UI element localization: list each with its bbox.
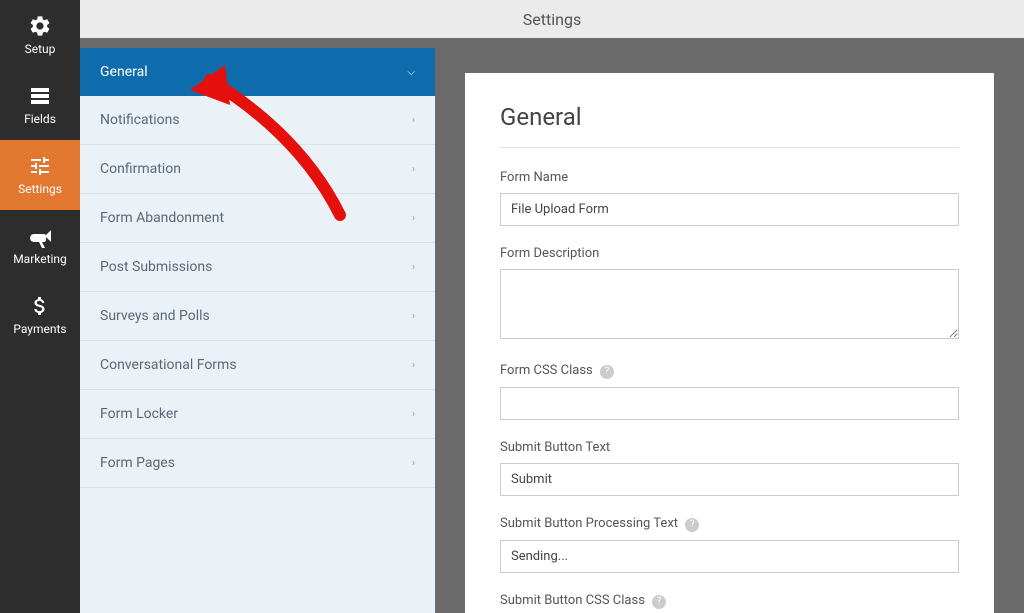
panel-item-label: Form Pages bbox=[100, 455, 175, 471]
panel-item-form-locker[interactable]: Form Locker › bbox=[80, 390, 435, 439]
content-heading: General bbox=[500, 103, 959, 148]
chevron-right-icon: › bbox=[412, 360, 415, 371]
panel-item-surveys-polls[interactable]: Surveys and Polls › bbox=[80, 292, 435, 341]
toolbar-label: Setup bbox=[25, 42, 56, 56]
submit-button-processing-label: Submit Button Processing Text bbox=[500, 516, 678, 531]
toolbar-label: Payments bbox=[13, 322, 66, 336]
panel-item-label: Conversational Forms bbox=[100, 357, 237, 373]
form-description-label: Form Description bbox=[500, 246, 959, 261]
toolbar-payments[interactable]: Payments bbox=[0, 280, 80, 350]
settings-panel: General ⌵ Notifications › Confirmation ›… bbox=[80, 48, 435, 613]
gear-icon bbox=[28, 14, 52, 38]
toolbar-settings[interactable]: Settings bbox=[0, 140, 80, 210]
dollar-icon bbox=[28, 294, 52, 318]
panel-item-label: Form Locker bbox=[100, 406, 178, 422]
panel-item-label: Surveys and Polls bbox=[100, 308, 210, 324]
page-title: Settings bbox=[523, 10, 581, 29]
panel-item-notifications[interactable]: Notifications › bbox=[80, 96, 435, 145]
chevron-right-icon: › bbox=[412, 311, 415, 322]
form-description-input[interactable] bbox=[500, 269, 959, 339]
help-icon[interactable]: ? bbox=[600, 365, 614, 379]
page-header: Settings bbox=[80, 0, 1024, 38]
form-name-input[interactable] bbox=[500, 193, 959, 226]
help-icon[interactable]: ? bbox=[652, 595, 666, 609]
submit-button-css-class-label: Submit Button CSS Class bbox=[500, 593, 645, 608]
submit-button-processing-input[interactable] bbox=[500, 540, 959, 573]
list-icon bbox=[28, 84, 52, 108]
toolbar-label: Marketing bbox=[13, 252, 67, 266]
submit-button-text-label: Submit Button Text bbox=[500, 440, 959, 455]
chevron-right-icon: › bbox=[412, 458, 415, 469]
bullhorn-icon bbox=[28, 224, 52, 248]
panel-item-label: Post Submissions bbox=[100, 259, 212, 275]
submit-button-text-input[interactable] bbox=[500, 463, 959, 496]
toolbar-marketing[interactable]: Marketing bbox=[0, 210, 80, 280]
panel-item-confirmation[interactable]: Confirmation › bbox=[80, 145, 435, 194]
chevron-right-icon: › bbox=[412, 262, 415, 273]
toolbar-label: Fields bbox=[24, 112, 56, 126]
chevron-right-icon: › bbox=[412, 213, 415, 224]
panel-item-general[interactable]: General ⌵ bbox=[80, 48, 435, 96]
toolbar-label: Settings bbox=[18, 182, 62, 196]
toolbar-setup[interactable]: Setup bbox=[0, 0, 80, 70]
panel-item-form-pages[interactable]: Form Pages › bbox=[80, 439, 435, 488]
form-name-label: Form Name bbox=[500, 170, 959, 185]
panel-item-label: General bbox=[100, 64, 148, 80]
panel-item-post-submissions[interactable]: Post Submissions › bbox=[80, 243, 435, 292]
chevron-right-icon: › bbox=[412, 115, 415, 126]
panel-item-label: Notifications bbox=[100, 112, 180, 128]
panel-item-form-abandonment[interactable]: Form Abandonment › bbox=[80, 194, 435, 243]
form-css-class-input[interactable] bbox=[500, 387, 959, 420]
chevron-right-icon: › bbox=[412, 164, 415, 175]
help-icon[interactable]: ? bbox=[685, 518, 699, 532]
toolbar-fields[interactable]: Fields bbox=[0, 70, 80, 140]
form-css-class-label: Form CSS Class bbox=[500, 363, 593, 378]
chevron-down-icon: ⌵ bbox=[407, 67, 415, 78]
main-toolbar: Setup Fields Settings Marketing Payments bbox=[0, 0, 80, 613]
sliders-icon bbox=[28, 154, 52, 178]
panel-item-label: Confirmation bbox=[100, 161, 181, 177]
content-area: General Form Name Form Description Form … bbox=[465, 73, 994, 613]
panel-item-label: Form Abandonment bbox=[100, 210, 224, 226]
chevron-right-icon: › bbox=[412, 409, 415, 420]
panel-item-conversational-forms[interactable]: Conversational Forms › bbox=[80, 341, 435, 390]
